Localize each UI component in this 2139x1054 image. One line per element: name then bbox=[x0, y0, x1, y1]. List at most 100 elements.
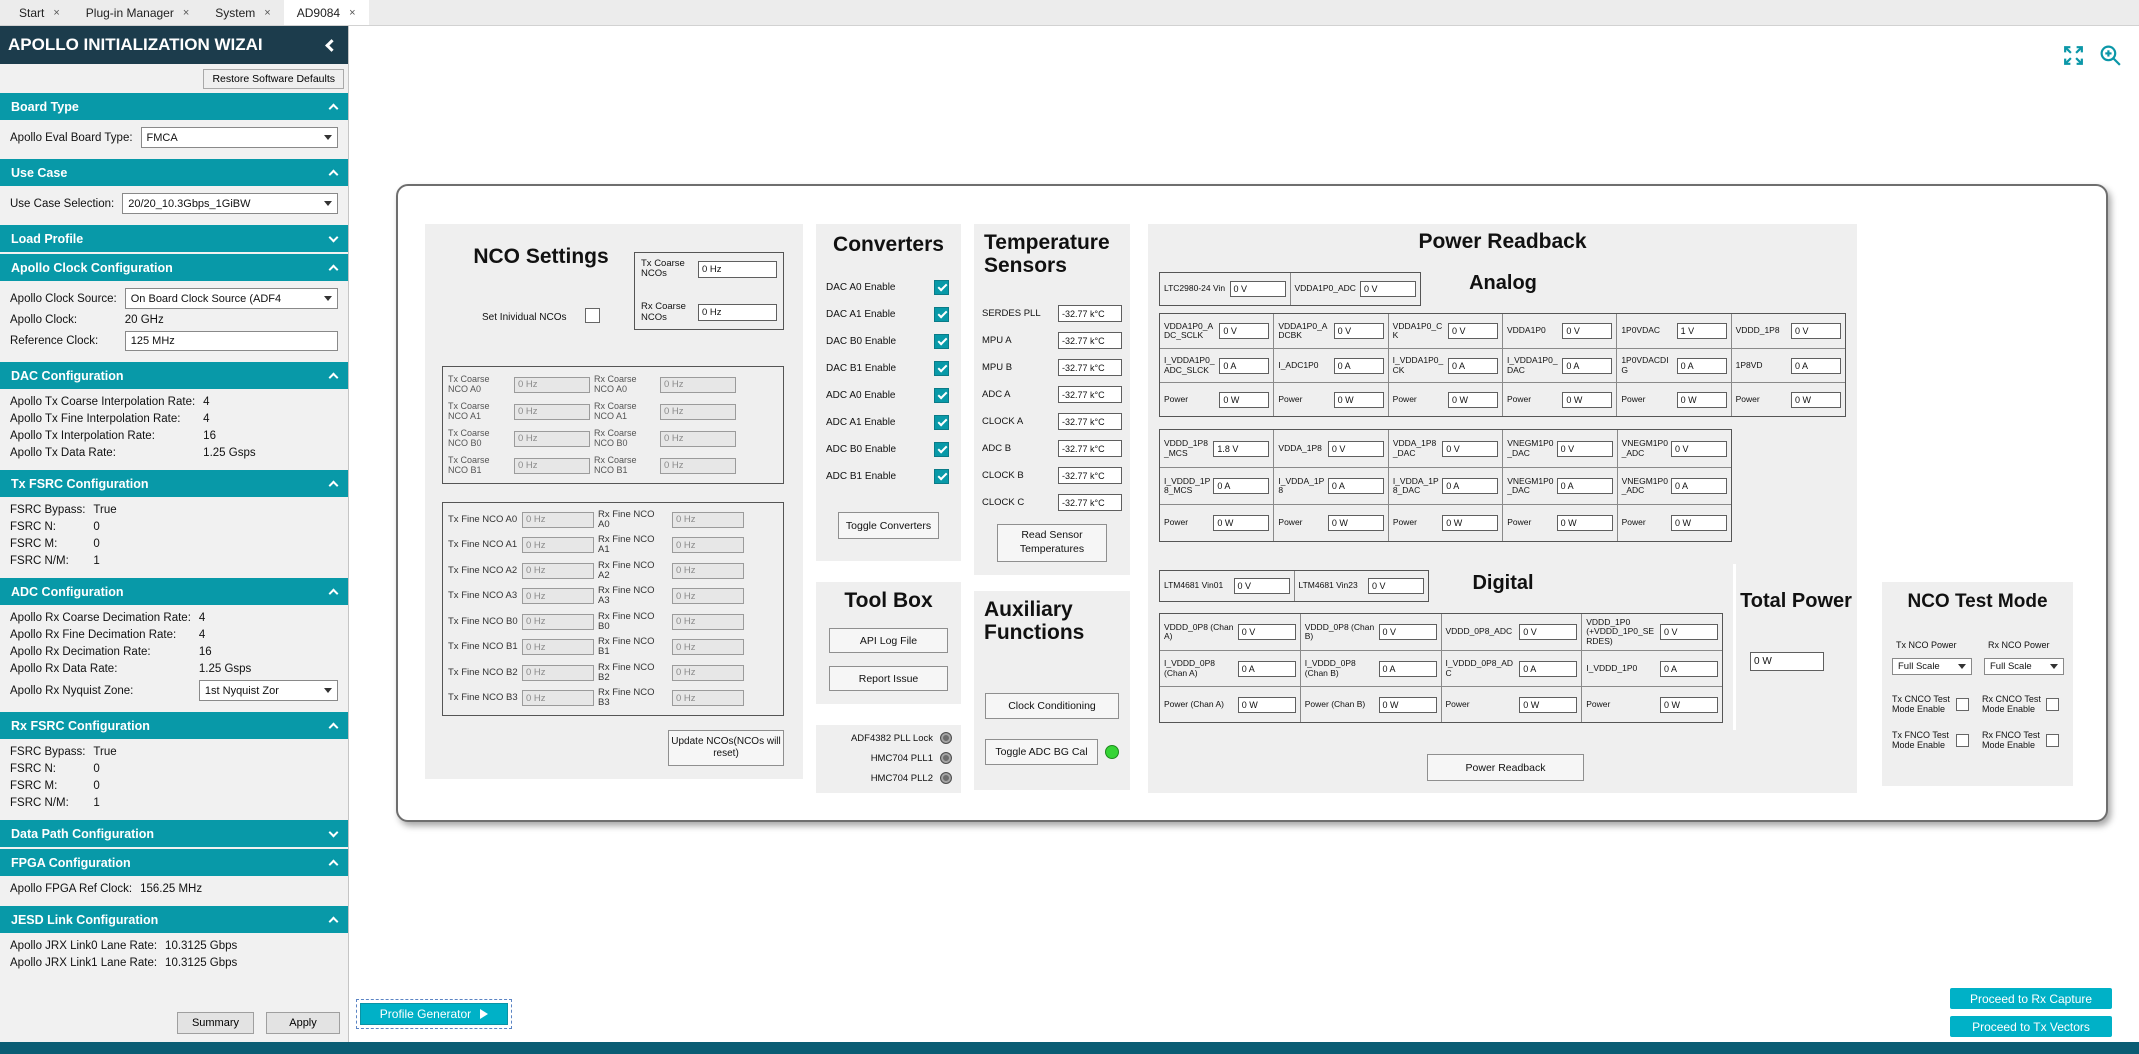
checkbox-dac-b0-enable[interactable] bbox=[934, 334, 949, 349]
section-header-rx-fsrc-configuration[interactable]: Rx FSRC Configuration bbox=[0, 712, 348, 739]
section-header-load-profile[interactable]: Load Profile bbox=[0, 225, 348, 252]
proceed-to-rx-capture-button[interactable]: Proceed to Rx Capture bbox=[1950, 988, 2112, 1009]
section-header-data-path-configuration[interactable]: Data Path Configuration bbox=[0, 820, 348, 847]
checkbox-rx-cnco-test-mode-enable[interactable] bbox=[2046, 698, 2059, 711]
tab-close-icon[interactable]: × bbox=[264, 7, 270, 19]
section-header-dac-configuration[interactable]: DAC Configuration bbox=[0, 362, 348, 389]
power-readback-title: Power Readback bbox=[1148, 230, 1857, 254]
tab-close-icon[interactable]: × bbox=[53, 7, 59, 19]
converter-row: ADC A0 Enable bbox=[826, 382, 949, 409]
fit-to-screen-icon[interactable] bbox=[2060, 42, 2087, 69]
field-value: 10.3125 Gbps bbox=[165, 957, 338, 969]
read-sensor-temperatures-button[interactable]: Read Sensor Temperatures bbox=[997, 524, 1107, 562]
power-value: 0 W bbox=[1448, 392, 1498, 408]
input-reference-clock[interactable]: 125 MHz bbox=[125, 331, 338, 351]
tab-plug-in-manager[interactable]: Plug-in Manager× bbox=[73, 0, 203, 25]
tab-start[interactable]: Start× bbox=[6, 0, 73, 25]
dropdown-apollo-clock-source[interactable]: On Board Clock Source (ADF4 bbox=[125, 288, 338, 309]
field-label: MPU A bbox=[982, 335, 1012, 346]
button-report-issue[interactable]: Report Issue bbox=[829, 666, 948, 691]
section-header-use-case[interactable]: Use Case bbox=[0, 159, 348, 186]
field-label: Rx Coarse NCOs bbox=[641, 302, 693, 323]
section-label: Rx FSRC Configuration bbox=[11, 719, 150, 733]
nco-row: Tx Coarse NCO B10 HzRx Coarse NCO B10 Hz bbox=[448, 456, 778, 475]
section-body-adc-configuration: Apollo Rx Coarse Decimation Rate:4Apollo… bbox=[0, 607, 348, 710]
checkbox-tx-fnco-test-mode-enable[interactable] bbox=[1956, 734, 1969, 747]
power-value: 0 W bbox=[1238, 697, 1296, 713]
nco-input-rx-fine-nco-b3: 0 Hz bbox=[672, 690, 744, 706]
power-cell: VDDA_1P8_DAC0 V bbox=[1388, 430, 1502, 467]
power-cell: 1P0VDAC1 V bbox=[1616, 314, 1730, 348]
field-label: Power bbox=[1278, 395, 1330, 404]
power-cell: I_VDDA1P0_DAC0 A bbox=[1502, 349, 1616, 382]
checkbox-rx-fnco-test-mode-enable[interactable] bbox=[2046, 734, 2059, 747]
section-header-apollo-clock-configuration[interactable]: Apollo Clock Configuration bbox=[0, 254, 348, 281]
zoom-in-icon[interactable] bbox=[2097, 42, 2124, 69]
analog-grid2: VDDD_1P8_MCS1.8 VVDDA_1P80 VVDDA_1P8_DAC… bbox=[1159, 429, 1732, 542]
dropdown-apollo-rx-nyquist-zone[interactable]: 1st Nyquist Zor bbox=[199, 680, 338, 701]
checkbox-dac-a0-enable[interactable] bbox=[934, 280, 949, 295]
button-api-log-file[interactable]: API Log File bbox=[829, 628, 948, 653]
chevron-down-icon bbox=[2050, 664, 2058, 669]
field-label: I_VDDD_1P8_MCS bbox=[1164, 477, 1210, 495]
field-label: SERDES PLL bbox=[982, 308, 1041, 319]
power-cell: VNEGM1P0_DAC0 A bbox=[1502, 468, 1616, 504]
power-cell: VDDA1P0_CK0 V bbox=[1388, 314, 1502, 348]
checkbox-adc-a1-enable[interactable] bbox=[934, 415, 949, 430]
power-value: 0 V bbox=[1442, 441, 1498, 457]
section-header-jesd-link-configuration[interactable]: JESD Link Configuration bbox=[0, 906, 348, 933]
field-label: Power bbox=[1278, 518, 1324, 527]
field-label: DAC B0 Enable bbox=[826, 336, 896, 347]
power-cell: I_ADC1P00 A bbox=[1273, 349, 1387, 382]
section-label: Board Type bbox=[11, 100, 79, 114]
section-header-adc-configuration[interactable]: ADC Configuration bbox=[0, 578, 348, 605]
field-label: Power bbox=[1621, 395, 1673, 404]
tab-close-icon[interactable]: × bbox=[183, 7, 189, 19]
tab-system[interactable]: System× bbox=[202, 0, 283, 25]
page-title: APOLLO INITIALIZATION WIZAI bbox=[8, 35, 263, 55]
power-readback-button[interactable]: Power Readback bbox=[1427, 754, 1584, 781]
field-label: Power bbox=[1586, 700, 1657, 709]
tab-close-icon[interactable]: × bbox=[349, 7, 355, 19]
checkbox-adc-b1-enable[interactable] bbox=[934, 469, 949, 484]
nco-row: Tx Coarse NCO A10 HzRx Coarse NCO A10 Hz bbox=[448, 402, 778, 421]
dropdown-tx-nco-power[interactable]: Full Scale bbox=[1892, 658, 1972, 675]
nco-row: Tx Fine NCO A10 HzRx Fine NCO A10 Hz bbox=[448, 535, 778, 555]
dropdown-rx-nco-power[interactable]: Full Scale bbox=[1984, 658, 2064, 675]
summary-button[interactable]: Summary bbox=[177, 1012, 254, 1034]
nco-input-rx-fine-nco-a1: 0 Hz bbox=[672, 537, 744, 553]
checkbox-dac-a1-enable[interactable] bbox=[934, 307, 949, 322]
collapse-sidebar-icon[interactable] bbox=[325, 39, 338, 52]
power-row: Power0 WPower0 WPower0 WPower0 WPower0 W… bbox=[1160, 382, 1845, 416]
nco-input-rx-coarse-ncos[interactable]: 0 Hz bbox=[698, 304, 777, 321]
clock-conditioning-button[interactable]: Clock Conditioning bbox=[985, 693, 1119, 719]
set-individual-ncos-checkbox[interactable] bbox=[585, 308, 600, 323]
checkbox-adc-a0-enable[interactable] bbox=[934, 388, 949, 403]
nco-input-tx-coarse-ncos[interactable]: 0 Hz bbox=[698, 261, 777, 278]
dropdown-use-case-selection[interactable]: 20/20_10.3Gbps_1GiBW bbox=[122, 193, 338, 214]
section-header-board-type[interactable]: Board Type bbox=[0, 93, 348, 120]
analog-title: Analog bbox=[1428, 272, 1578, 294]
section-header-fpga-configuration[interactable]: FPGA Configuration bbox=[0, 849, 348, 876]
toggle-converters-button[interactable]: Toggle Converters bbox=[838, 512, 939, 539]
field-label: Rx Fine NCO A2 bbox=[598, 561, 668, 581]
tab-ad9084[interactable]: AD9084× bbox=[284, 0, 369, 25]
temperature-sensors-section: Temperature Sensors SERDES PLL-32.77 k°C… bbox=[974, 224, 1130, 575]
nco-input-tx-fine-nco-a3: 0 Hz bbox=[522, 588, 594, 604]
apply-button[interactable]: Apply bbox=[266, 1012, 340, 1034]
field-label: VNEGM1P0_ADC bbox=[1622, 439, 1668, 457]
toggle-adc-bg-cal-button[interactable]: Toggle ADC BG Cal bbox=[985, 739, 1098, 765]
nco-row: Tx Fine NCO B00 HzRx Fine NCO B00 Hz bbox=[448, 612, 778, 632]
dropdown-apollo-eval-board-type[interactable]: FMCA bbox=[141, 127, 338, 148]
field-value: 1 bbox=[93, 797, 338, 809]
field-label: VDDA_1P8_DAC bbox=[1393, 439, 1439, 457]
restore-software-defaults-button[interactable]: Restore Software Defaults bbox=[203, 69, 344, 89]
power-cell: Power0 W bbox=[1502, 383, 1616, 416]
section-header-tx-fsrc-configuration[interactable]: Tx FSRC Configuration bbox=[0, 470, 348, 497]
profile-generator-button[interactable]: Profile Generator bbox=[360, 1003, 508, 1025]
checkbox-tx-cnco-test-mode-enable[interactable] bbox=[1956, 698, 1969, 711]
checkbox-dac-b1-enable[interactable] bbox=[934, 361, 949, 376]
checkbox-adc-b0-enable[interactable] bbox=[934, 442, 949, 457]
proceed-to-tx-vectors-button[interactable]: Proceed to Tx Vectors bbox=[1950, 1016, 2112, 1037]
update-ncos-button[interactable]: Update NCOs(NCOs will reset) bbox=[668, 730, 784, 766]
